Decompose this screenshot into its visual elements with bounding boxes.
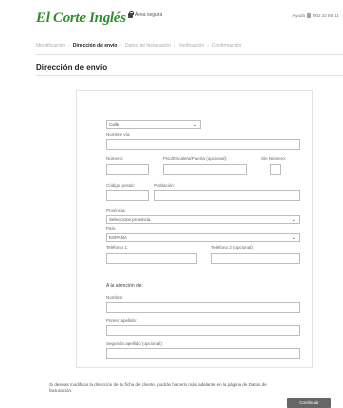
divider bbox=[36, 75, 343, 76]
city-label: Población: bbox=[154, 183, 176, 188]
floor-input[interactable] bbox=[163, 164, 247, 175]
chevron-down-icon: ⌄ bbox=[291, 217, 296, 223]
help-phone: 902 22 88 11 bbox=[313, 13, 339, 18]
chevron-down-icon: ⌄ bbox=[192, 122, 197, 128]
surname1-label: Primer apellido: bbox=[106, 318, 138, 323]
province-value: Seleccione provincia bbox=[109, 217, 151, 222]
help-label[interactable]: Ayuda bbox=[292, 13, 305, 18]
phone1-input[interactable] bbox=[106, 253, 197, 264]
store-logo[interactable]: El Corte Inglés bbox=[36, 10, 126, 27]
header: El Corte Inglés Área segura Ayuda 902 22… bbox=[0, 0, 343, 36]
phone2-label: Teléfono 2 (opcional): bbox=[211, 245, 255, 250]
secure-area-label: Área segura bbox=[135, 12, 163, 18]
country-select[interactable]: ESPAÑA ⌄ bbox=[106, 233, 300, 242]
city-input[interactable] bbox=[154, 190, 300, 201]
lock-icon bbox=[128, 10, 134, 18]
breadcrumb-step-billing: Datos de facturación bbox=[125, 43, 171, 49]
postal-code-input[interactable] bbox=[106, 190, 149, 201]
continue-button[interactable]: Continuar bbox=[287, 398, 331, 408]
postal-code-label: Código postal: bbox=[106, 183, 135, 188]
breadcrumb-step-identification: Identificación bbox=[36, 43, 66, 49]
breadcrumb-separator: › bbox=[120, 43, 122, 49]
street-type-value: Calle bbox=[109, 122, 120, 127]
divider bbox=[36, 54, 343, 55]
secure-area: Área segura bbox=[128, 10, 163, 18]
breadcrumb-step-shipping: Dirección de envío bbox=[72, 43, 118, 49]
surname1-input[interactable] bbox=[106, 325, 300, 336]
page-title: Dirección de envío bbox=[36, 63, 108, 72]
phone-icon bbox=[307, 13, 312, 18]
no-number-checkbox[interactable] bbox=[270, 164, 281, 175]
breadcrumb-separator: › bbox=[173, 43, 176, 49]
breadcrumb: Identificación › Dirección de envío › Da… bbox=[36, 43, 241, 49]
shipping-form: Calle ⌄ Nombre vía: Número: Piso/Escaler… bbox=[76, 90, 313, 368]
breadcrumb-step-confirmation: Confirmación bbox=[211, 43, 242, 49]
billing-note: Si deseas modificar la dirección de tu f… bbox=[49, 382, 267, 393]
breadcrumb-separator: › bbox=[68, 43, 70, 49]
phone2-input[interactable] bbox=[211, 253, 300, 264]
surname2-label: Segundo apellido (opcional): bbox=[106, 341, 164, 346]
breadcrumb-separator: › bbox=[207, 43, 209, 49]
street-name-input[interactable] bbox=[106, 139, 300, 150]
street-type-select[interactable]: Calle ⌄ bbox=[106, 120, 201, 129]
breadcrumb-step-verification: Verificación bbox=[178, 43, 205, 49]
country-label: País: bbox=[106, 226, 117, 231]
attention-heading: A la atención de: bbox=[106, 283, 143, 289]
country-value: ESPAÑA bbox=[109, 235, 127, 240]
street-name-label: Nombre vía: bbox=[106, 132, 131, 137]
chevron-down-icon: ⌄ bbox=[291, 235, 296, 241]
number-label: Número: bbox=[106, 156, 124, 161]
surname2-input[interactable] bbox=[106, 348, 300, 359]
province-label: Provincia: bbox=[106, 208, 126, 213]
name-label: Nombre: bbox=[106, 295, 124, 300]
phone1-label: Teléfono 1: bbox=[106, 245, 129, 250]
number-input[interactable] bbox=[106, 164, 149, 175]
no-number-label: Sin Número: bbox=[261, 156, 287, 161]
province-select[interactable]: Seleccione provincia ⌄ bbox=[106, 215, 300, 224]
help-contact[interactable]: Ayuda 902 22 88 11 bbox=[292, 13, 339, 18]
floor-label: Piso/Escalera/Puerta (opcional): bbox=[163, 156, 228, 161]
name-input[interactable] bbox=[106, 302, 300, 313]
